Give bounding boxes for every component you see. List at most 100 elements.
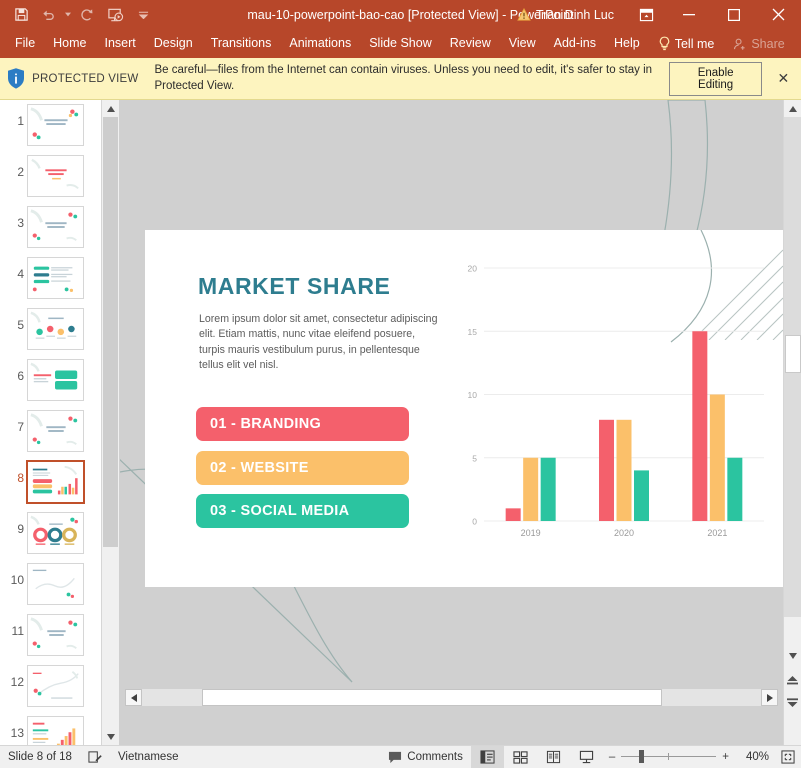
minimize-button[interactable] xyxy=(666,0,711,29)
close-button[interactable] xyxy=(756,0,801,29)
thumbnail-slide-6[interactable]: 6 xyxy=(0,355,101,406)
tab-design[interactable]: Design xyxy=(145,29,202,58)
zoom-out-button[interactable]: – xyxy=(609,751,615,763)
customize-quick-access-icon[interactable] xyxy=(130,3,156,27)
thumbnail-number: 1 xyxy=(2,114,24,128)
thumbnail-slide-2[interactable]: 2 xyxy=(0,151,101,202)
tab-help[interactable]: Help xyxy=(605,29,649,58)
thumbnail-slide-4[interactable]: 4 xyxy=(0,253,101,304)
thumbnail-image xyxy=(27,614,84,656)
comments-button[interactable]: Comments xyxy=(380,746,471,768)
fit-slide-to-window-button[interactable] xyxy=(775,750,801,764)
tab-animations[interactable]: Animations xyxy=(280,29,360,58)
tab-add-ins[interactable]: Add-ins xyxy=(545,29,605,58)
slide-item-label: 03 - SOCIAL MEDIA xyxy=(210,503,349,519)
slide-item-label: 01 - BRANDING xyxy=(210,416,321,432)
normal-view-button[interactable] xyxy=(471,746,504,768)
undo-icon[interactable] xyxy=(36,3,62,27)
slide-show-view-button[interactable] xyxy=(570,746,603,768)
thumbnail-slide-5[interactable]: 5 xyxy=(0,304,101,355)
zoom-slider-midpoint xyxy=(668,753,669,760)
thumbnail-slide-3[interactable]: 3 xyxy=(0,202,101,253)
slide-canvas[interactable]: MARKET SHARE Lorem ipsum dolor sit amet,… xyxy=(145,230,783,587)
slide-item-website[interactable]: 02 - WEBSITE xyxy=(196,451,409,485)
thumbnail-slide-12[interactable]: 12 xyxy=(0,661,101,712)
tab-transitions[interactable]: Transitions xyxy=(202,29,281,58)
slide-editing-area[interactable]: MARKET SHARE Lorem ipsum dolor sit amet,… xyxy=(120,100,783,745)
title-bar: mau-10-powerpoint-bao-cao [Protected Vie… xyxy=(0,0,801,29)
tab-file[interactable]: File xyxy=(6,29,44,58)
maximize-button[interactable] xyxy=(711,0,756,29)
zoom-slider[interactable] xyxy=(621,750,716,764)
svg-text:2021: 2021 xyxy=(707,528,727,538)
slide-sorter-view-button[interactable] xyxy=(504,746,537,768)
ribbon-display-options-icon[interactable] xyxy=(626,0,666,29)
next-slide-button[interactable] xyxy=(784,694,801,711)
spelling-check-icon[interactable] xyxy=(80,746,110,768)
account-name: Tran Dinh Luc xyxy=(536,8,614,22)
close-protected-view-icon[interactable]: ✕ xyxy=(772,70,795,87)
horizontal-scrollbar[interactable] xyxy=(120,688,783,708)
market-share-bar-chart[interactable]: 05101520201920202021 xyxy=(450,250,770,555)
language-indicator[interactable]: Vietnamese xyxy=(110,746,187,768)
undo-dropdown-icon[interactable] xyxy=(64,3,72,27)
thumbnail-image xyxy=(27,104,84,146)
zoom-slider-handle[interactable] xyxy=(639,750,644,763)
vscroll-thumb[interactable] xyxy=(785,335,801,373)
thumbnail-slide-13[interactable]: 13 xyxy=(0,712,101,745)
thumbnail-slide-10[interactable]: 10 xyxy=(0,559,101,610)
vertical-scrollbar[interactable] xyxy=(783,100,801,745)
redo-icon[interactable] xyxy=(74,3,100,27)
thumbnail-slide-11[interactable]: 11 xyxy=(0,610,101,661)
warning-triangle-icon xyxy=(517,8,531,21)
thumbnail-scrollbar-thumb[interactable] xyxy=(103,117,118,547)
share-button[interactable]: Share xyxy=(723,37,794,51)
scroll-down-icon[interactable] xyxy=(784,647,801,664)
quick-access-toolbar xyxy=(0,3,156,27)
slide-thumbnail-pane[interactable]: 1 2 xyxy=(0,100,101,745)
scroll-up-icon[interactable] xyxy=(784,100,801,117)
tab-home[interactable]: Home xyxy=(44,29,95,58)
save-icon[interactable] xyxy=(8,3,34,27)
tell-me-label: Tell me xyxy=(675,37,715,51)
zoom-in-button[interactable]: + xyxy=(722,751,729,763)
tab-insert[interactable]: Insert xyxy=(96,29,145,58)
zoom-level-label[interactable]: 40% xyxy=(735,751,769,763)
thumbnail-slide-9[interactable]: 9 xyxy=(0,508,101,559)
thumbnail-number: 7 xyxy=(2,420,24,434)
hscroll-thumb[interactable] xyxy=(202,689,662,706)
previous-slide-button[interactable] xyxy=(784,672,801,689)
thumbnail-slide-8[interactable]: 8 xyxy=(0,457,101,508)
thumbnail-slide-1[interactable]: 1 xyxy=(0,100,101,151)
svg-text:15: 15 xyxy=(468,327,478,337)
zoom-controls[interactable]: – + 40% xyxy=(603,750,775,764)
svg-text:2020: 2020 xyxy=(614,528,634,538)
slide-item-branding[interactable]: 01 - BRANDING xyxy=(196,407,409,441)
thumbnail-image xyxy=(27,410,84,452)
thumbnail-slide-7[interactable]: 7 xyxy=(0,406,101,457)
tell-me-box[interactable]: Tell me xyxy=(649,36,724,51)
svg-text:2019: 2019 xyxy=(521,528,541,538)
scroll-up-icon[interactable] xyxy=(102,100,119,117)
scroll-down-icon[interactable] xyxy=(102,728,119,745)
slide-item-social-media[interactable]: 03 - SOCIAL MEDIA xyxy=(196,494,409,528)
thumbnail-image xyxy=(27,155,84,197)
thumbnail-image xyxy=(27,257,84,299)
info-shield-icon xyxy=(0,67,32,90)
scroll-right-icon[interactable] xyxy=(761,689,778,706)
account-chip[interactable]: Tran Dinh Luc xyxy=(517,8,626,22)
reading-view-button[interactable] xyxy=(537,746,570,768)
comments-label: Comments xyxy=(407,751,463,763)
enable-editing-button[interactable]: Enable Editing xyxy=(669,62,761,96)
tab-review[interactable]: Review xyxy=(441,29,500,58)
scroll-left-icon[interactable] xyxy=(125,689,142,706)
tab-view[interactable]: View xyxy=(500,29,545,58)
tab-slide-show[interactable]: Slide Show xyxy=(360,29,441,58)
start-presentation-icon[interactable] xyxy=(102,3,128,27)
svg-text:0: 0 xyxy=(472,517,477,527)
thumbnail-image xyxy=(27,206,84,248)
slide-counter[interactable]: Slide 8 of 18 xyxy=(0,746,80,768)
thumbnail-image xyxy=(27,716,84,745)
thumbnail-scrollbar[interactable] xyxy=(101,100,119,745)
thumbnail-number: 3 xyxy=(2,216,24,230)
